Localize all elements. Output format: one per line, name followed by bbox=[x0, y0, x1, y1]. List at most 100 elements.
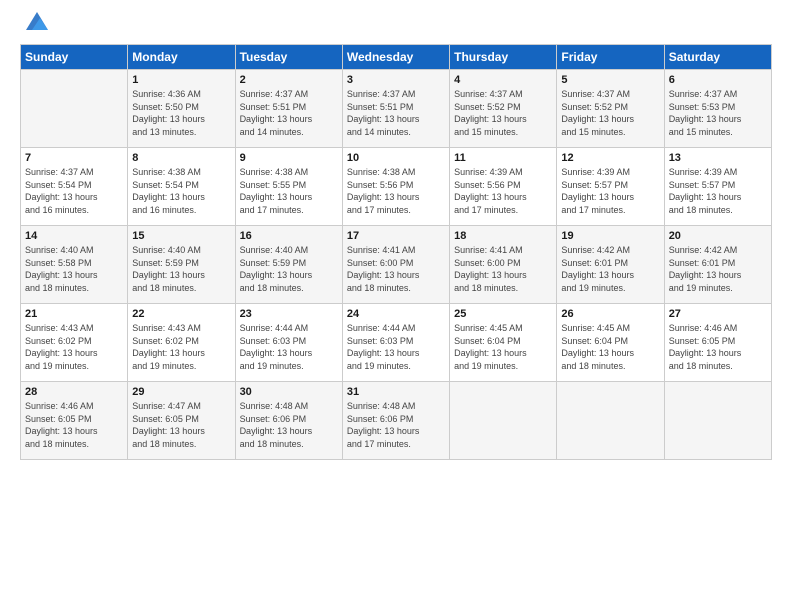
day-number: 29 bbox=[132, 386, 230, 398]
day-cell: 19 Sunrise: 4:42 AM Sunset: 6:01 PM Dayli… bbox=[557, 226, 664, 304]
day-cell: 21Sunrise: 4:43 AM Sunset: 6:02 PM Dayli… bbox=[21, 304, 128, 382]
week-row-2: 7 Sunrise: 4:37 AM Sunset: 5:54 PM Daylig… bbox=[21, 148, 772, 226]
day-cell: 3 Sunrise: 4:37 AM Sunset: 5:51 PM Daylig… bbox=[342, 70, 449, 148]
day-info: Sunrise: 4:46 AM Sunset: 6:05 PM Dayligh… bbox=[669, 322, 767, 372]
day-cell bbox=[664, 382, 771, 460]
day-cell: 13 Sunrise: 4:39 AM Sunset: 5:57 PM Dayli… bbox=[664, 148, 771, 226]
day-info: Sunrise: 4:40 AM Sunset: 5:59 PM Dayligh… bbox=[240, 244, 338, 294]
day-number: 4 bbox=[454, 74, 552, 86]
day-cell: 20Sunrise: 4:42 AM Sunset: 6:01 PM Dayli… bbox=[664, 226, 771, 304]
header-row: SundayMondayTuesdayWednesdayThursdayFrid… bbox=[21, 45, 772, 70]
day-number: 11 bbox=[454, 152, 552, 164]
day-cell: 2 Sunrise: 4:37 AM Sunset: 5:51 PM Daylig… bbox=[235, 70, 342, 148]
day-number: 30 bbox=[240, 386, 338, 398]
col-header-thursday: Thursday bbox=[450, 45, 557, 70]
day-cell: 6 Sunrise: 4:37 AM Sunset: 5:53 PM Daylig… bbox=[664, 70, 771, 148]
day-cell: 12 Sunrise: 4:39 AM Sunset: 5:57 PM Dayli… bbox=[557, 148, 664, 226]
day-cell bbox=[557, 382, 664, 460]
day-cell: 14Sunrise: 4:40 AM Sunset: 5:58 PM Dayli… bbox=[21, 226, 128, 304]
day-info: Sunrise: 4:45 AM Sunset: 6:04 PM Dayligh… bbox=[454, 322, 552, 372]
week-row-3: 14Sunrise: 4:40 AM Sunset: 5:58 PM Dayli… bbox=[21, 226, 772, 304]
day-number: 12 bbox=[561, 152, 659, 164]
day-info: Sunrise: 4:40 AM Sunset: 5:58 PM Dayligh… bbox=[25, 244, 123, 294]
day-cell bbox=[21, 70, 128, 148]
day-number: 2 bbox=[240, 74, 338, 86]
day-cell: 4 Sunrise: 4:37 AM Sunset: 5:52 PM Daylig… bbox=[450, 70, 557, 148]
day-info: Sunrise: 4:38 AM Sunset: 5:54 PM Dayligh… bbox=[132, 166, 230, 216]
day-info: Sunrise: 4:41 AM Sunset: 6:00 PM Dayligh… bbox=[347, 244, 445, 294]
day-number: 25 bbox=[454, 308, 552, 320]
day-info: Sunrise: 4:36 AM Sunset: 5:50 PM Dayligh… bbox=[132, 88, 230, 138]
day-number: 3 bbox=[347, 74, 445, 86]
day-info: Sunrise: 4:39 AM Sunset: 5:56 PM Dayligh… bbox=[454, 166, 552, 216]
day-cell: 23 Sunrise: 4:44 AM Sunset: 6:03 PM Dayli… bbox=[235, 304, 342, 382]
day-info: Sunrise: 4:48 AM Sunset: 6:06 PM Dayligh… bbox=[240, 400, 338, 450]
day-cell: 25 Sunrise: 4:45 AM Sunset: 6:04 PM Dayli… bbox=[450, 304, 557, 382]
day-number: 16 bbox=[240, 230, 338, 242]
col-header-tuesday: Tuesday bbox=[235, 45, 342, 70]
week-row-4: 21Sunrise: 4:43 AM Sunset: 6:02 PM Dayli… bbox=[21, 304, 772, 382]
week-row-5: 28 Sunrise: 4:46 AM Sunset: 6:05 PM Dayli… bbox=[21, 382, 772, 460]
day-number: 28 bbox=[25, 386, 123, 398]
day-info: Sunrise: 4:41 AM Sunset: 6:00 PM Dayligh… bbox=[454, 244, 552, 294]
day-number: 5 bbox=[561, 74, 659, 86]
col-header-saturday: Saturday bbox=[664, 45, 771, 70]
day-number: 22 bbox=[132, 308, 230, 320]
day-info: Sunrise: 4:37 AM Sunset: 5:53 PM Dayligh… bbox=[669, 88, 767, 138]
day-cell: 29Sunrise: 4:47 AM Sunset: 6:05 PM Dayli… bbox=[128, 382, 235, 460]
day-cell: 18Sunrise: 4:41 AM Sunset: 6:00 PM Dayli… bbox=[450, 226, 557, 304]
day-cell: 1 Sunrise: 4:36 AM Sunset: 5:50 PM Daylig… bbox=[128, 70, 235, 148]
day-cell: 9 Sunrise: 4:38 AM Sunset: 5:55 PM Daylig… bbox=[235, 148, 342, 226]
col-header-friday: Friday bbox=[557, 45, 664, 70]
logo bbox=[20, 16, 50, 34]
day-number: 24 bbox=[347, 308, 445, 320]
day-cell: 7 Sunrise: 4:37 AM Sunset: 5:54 PM Daylig… bbox=[21, 148, 128, 226]
day-info: Sunrise: 4:37 AM Sunset: 5:51 PM Dayligh… bbox=[240, 88, 338, 138]
day-number: 1 bbox=[132, 74, 230, 86]
day-info: Sunrise: 4:39 AM Sunset: 5:57 PM Dayligh… bbox=[561, 166, 659, 216]
day-info: Sunrise: 4:37 AM Sunset: 5:52 PM Dayligh… bbox=[454, 88, 552, 138]
day-cell: 17 Sunrise: 4:41 AM Sunset: 6:00 PM Dayli… bbox=[342, 226, 449, 304]
day-number: 26 bbox=[561, 308, 659, 320]
day-number: 23 bbox=[240, 308, 338, 320]
page-container: SundayMondayTuesdayWednesdayThursdayFrid… bbox=[0, 0, 792, 470]
day-number: 8 bbox=[132, 152, 230, 164]
day-cell: 5 Sunrise: 4:37 AM Sunset: 5:52 PM Daylig… bbox=[557, 70, 664, 148]
day-number: 9 bbox=[240, 152, 338, 164]
logo-icon bbox=[24, 8, 50, 34]
day-info: Sunrise: 4:37 AM Sunset: 5:54 PM Dayligh… bbox=[25, 166, 123, 216]
day-number: 19 bbox=[561, 230, 659, 242]
day-info: Sunrise: 4:38 AM Sunset: 5:55 PM Dayligh… bbox=[240, 166, 338, 216]
day-info: Sunrise: 4:43 AM Sunset: 6:02 PM Dayligh… bbox=[25, 322, 123, 372]
day-cell: 27 Sunrise: 4:46 AM Sunset: 6:05 PM Dayli… bbox=[664, 304, 771, 382]
header bbox=[20, 16, 772, 34]
day-info: Sunrise: 4:37 AM Sunset: 5:52 PM Dayligh… bbox=[561, 88, 659, 138]
day-info: Sunrise: 4:39 AM Sunset: 5:57 PM Dayligh… bbox=[669, 166, 767, 216]
day-cell: 31Sunrise: 4:48 AM Sunset: 6:06 PM Dayli… bbox=[342, 382, 449, 460]
day-number: 27 bbox=[669, 308, 767, 320]
day-number: 13 bbox=[669, 152, 767, 164]
day-cell: 28 Sunrise: 4:46 AM Sunset: 6:05 PM Dayli… bbox=[21, 382, 128, 460]
day-info: Sunrise: 4:38 AM Sunset: 5:56 PM Dayligh… bbox=[347, 166, 445, 216]
col-header-monday: Monday bbox=[128, 45, 235, 70]
day-info: Sunrise: 4:42 AM Sunset: 6:01 PM Dayligh… bbox=[669, 244, 767, 294]
day-info: Sunrise: 4:46 AM Sunset: 6:05 PM Dayligh… bbox=[25, 400, 123, 450]
day-number: 6 bbox=[669, 74, 767, 86]
day-cell bbox=[450, 382, 557, 460]
day-cell: 26Sunrise: 4:45 AM Sunset: 6:04 PM Dayli… bbox=[557, 304, 664, 382]
day-number: 7 bbox=[25, 152, 123, 164]
day-info: Sunrise: 4:37 AM Sunset: 5:51 PM Dayligh… bbox=[347, 88, 445, 138]
day-cell: 8 Sunrise: 4:38 AM Sunset: 5:54 PM Daylig… bbox=[128, 148, 235, 226]
day-cell: 11 Sunrise: 4:39 AM Sunset: 5:56 PM Dayli… bbox=[450, 148, 557, 226]
day-info: Sunrise: 4:44 AM Sunset: 6:03 PM Dayligh… bbox=[240, 322, 338, 372]
day-cell: 16 Sunrise: 4:40 AM Sunset: 5:59 PM Dayli… bbox=[235, 226, 342, 304]
day-info: Sunrise: 4:48 AM Sunset: 6:06 PM Dayligh… bbox=[347, 400, 445, 450]
day-info: Sunrise: 4:42 AM Sunset: 6:01 PM Dayligh… bbox=[561, 244, 659, 294]
day-number: 17 bbox=[347, 230, 445, 242]
day-cell: 10Sunrise: 4:38 AM Sunset: 5:56 PM Dayli… bbox=[342, 148, 449, 226]
col-header-sunday: Sunday bbox=[21, 45, 128, 70]
col-header-wednesday: Wednesday bbox=[342, 45, 449, 70]
day-number: 15 bbox=[132, 230, 230, 242]
calendar-table: SundayMondayTuesdayWednesdayThursdayFrid… bbox=[20, 44, 772, 460]
day-info: Sunrise: 4:44 AM Sunset: 6:03 PM Dayligh… bbox=[347, 322, 445, 372]
